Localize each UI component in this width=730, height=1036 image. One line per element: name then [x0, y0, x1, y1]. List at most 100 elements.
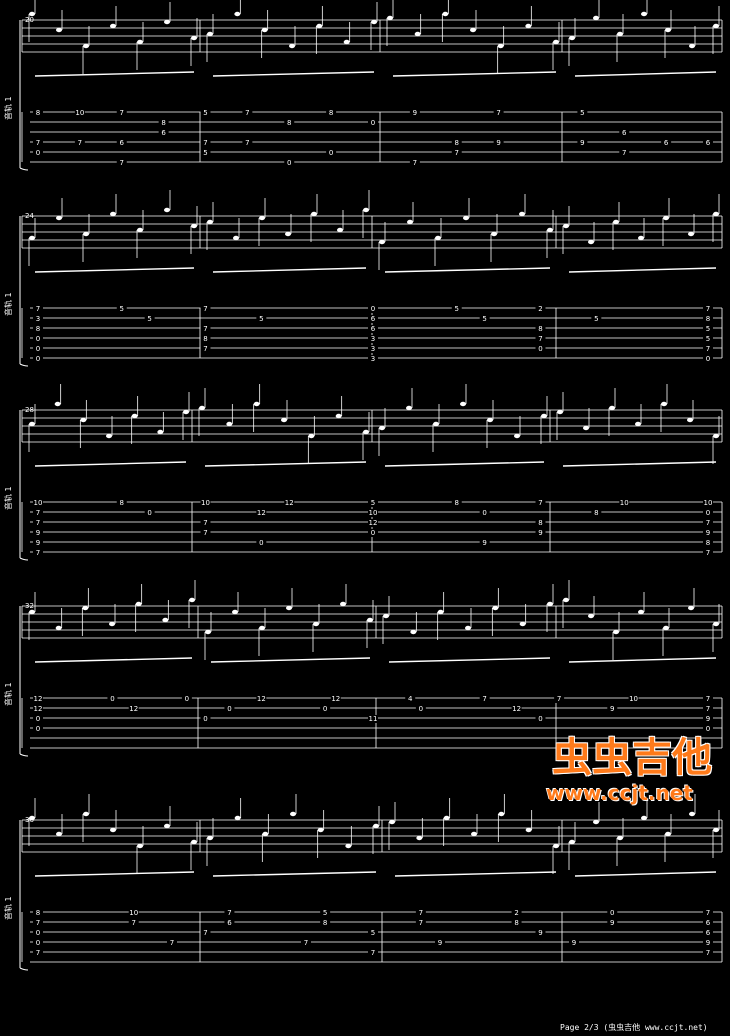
system-5-note-head [471, 831, 477, 837]
system-4-note-head [588, 613, 594, 619]
system-1-fret-number: 0 [36, 149, 40, 157]
system-3-note-head [406, 405, 412, 411]
system-3-fret-number: 7 [36, 549, 40, 557]
system-2-fret-number: 3 [36, 315, 40, 323]
system-1-fret-number: 7 [120, 109, 124, 117]
system-4-fret-number: 0 [227, 705, 231, 713]
system-3-fret-number: 10 [201, 499, 210, 507]
page-footer: Page 2/3 (虫虫吉他 www.ccjt.net) [560, 1023, 708, 1032]
system-5-note-head [593, 819, 599, 825]
system-2-note-head [613, 219, 619, 225]
system-1-fret-number: 7 [78, 139, 82, 147]
system-4-note-head [340, 601, 346, 607]
system-3-note-head [433, 421, 439, 427]
system-5-fret-number: 8 [323, 919, 327, 927]
system-4-fret-number: 9 [610, 705, 614, 713]
system-1-fret-number: 7 [455, 149, 459, 157]
system-2-note-head [337, 227, 343, 233]
system-4-fret-number: 12 [129, 705, 138, 713]
system-3-note-head [557, 409, 563, 415]
system-3-fret-number: 0 [371, 529, 375, 537]
system-1-note-head [497, 43, 504, 49]
system-2-note-head [164, 207, 170, 213]
system-1-note-head [316, 23, 323, 29]
system-3-fret-number: 7 [36, 519, 40, 527]
system-5-fret-number: 9 [572, 939, 576, 947]
system-1-note-head [371, 19, 377, 25]
system-4-note-head [162, 617, 169, 623]
system-3-fret-number: 8 [538, 519, 542, 527]
system-3-fret-number: 0 [259, 539, 263, 547]
system-2-note-head [137, 227, 143, 233]
system-3-fret-number: 12 [369, 519, 378, 527]
system-1-note-head [689, 43, 695, 49]
system-2-note-head [688, 231, 694, 237]
system-2-fret-number: 5 [594, 315, 598, 323]
system-3-beam [562, 461, 717, 467]
system-4-fret-number: 12 [331, 695, 340, 703]
system-2-fret-number: 8 [203, 335, 207, 343]
system-5-fret-number: 9 [610, 919, 614, 927]
system-2-fret-number: 5 [147, 315, 151, 323]
system-3-note-head [541, 413, 547, 419]
system-3-fret-number: 9 [706, 529, 710, 537]
system-1-note-head [164, 19, 170, 25]
system-5-note-head [234, 815, 241, 821]
system-1-note-head [137, 39, 143, 45]
system-4-note-head [613, 629, 619, 635]
system-3-beam [384, 461, 545, 467]
system-4-fret-number: 12 [512, 705, 521, 713]
system-4-note-head [519, 621, 526, 627]
system-2-fret-number: 0 [706, 355, 710, 363]
system-3-note-head [335, 413, 342, 419]
system-5-note-head [617, 835, 623, 841]
system-5-fret-number: 6 [706, 919, 711, 927]
system-1-fret-number: 6 [706, 139, 711, 147]
system-2-fret-number: 7 [538, 335, 542, 343]
system-2-fret-number: 7 [706, 345, 710, 353]
system-2-fret-number: 5 [120, 305, 124, 313]
system-5-fret-number: 7 [371, 949, 375, 957]
system-2-fret-number: 7 [203, 305, 207, 313]
system-1-note-head [593, 15, 599, 21]
system-5-fret-number: 8 [514, 919, 518, 927]
system-4-beam [388, 657, 551, 663]
system-3-note-head [54, 401, 61, 407]
system-4-fret-number: 0 [185, 695, 189, 703]
system-4-fret-number: 7 [482, 695, 486, 703]
system-2-fret-number: 6 [371, 325, 376, 333]
system-3-beam [204, 461, 367, 467]
system-5-beam [34, 871, 195, 877]
system-3-fret-number: 12 [285, 499, 294, 507]
system-5-fret-number: 7 [203, 929, 207, 937]
system-2-fret-number: 3 [371, 345, 375, 353]
system-4-fret-number: 0 [110, 695, 114, 703]
system-4-bracket-curl [19, 753, 29, 757]
system-3-fret-number: 10 [34, 499, 43, 507]
system-5-note-head [498, 811, 505, 817]
system-3-fret-number: 7 [706, 519, 710, 527]
system-5-fret-number: 7 [227, 909, 231, 917]
system-5-fret-number: 9 [706, 939, 710, 947]
system-4-note-head [383, 613, 389, 619]
system-2-note-head [285, 231, 291, 237]
system-2-beam [212, 267, 367, 273]
system-2-note-head [519, 211, 525, 217]
system-2-note-head [491, 231, 497, 237]
system-1-fret-number: 0 [329, 149, 333, 157]
system-3-bracket-curl [19, 557, 29, 561]
system-5-fret-number: 7 [706, 949, 710, 957]
system-2-note-head [259, 215, 265, 221]
system-2-note-head [379, 239, 385, 245]
system-1-fret-number: 7 [245, 109, 249, 117]
system-3-fret-number: 10 [369, 509, 378, 517]
system-2-note-head [463, 215, 469, 221]
system-2-instrument-label: 音轨 1 [3, 292, 13, 316]
system-2-beam [568, 267, 717, 273]
system-3-note-head [661, 401, 667, 407]
system-3-note-head [199, 405, 205, 411]
system-1-fret-number: 7 [36, 139, 40, 147]
system-1-note-head [191, 35, 197, 41]
system-1-note-head [525, 23, 532, 29]
system-1-fret-number: 6 [622, 129, 627, 137]
